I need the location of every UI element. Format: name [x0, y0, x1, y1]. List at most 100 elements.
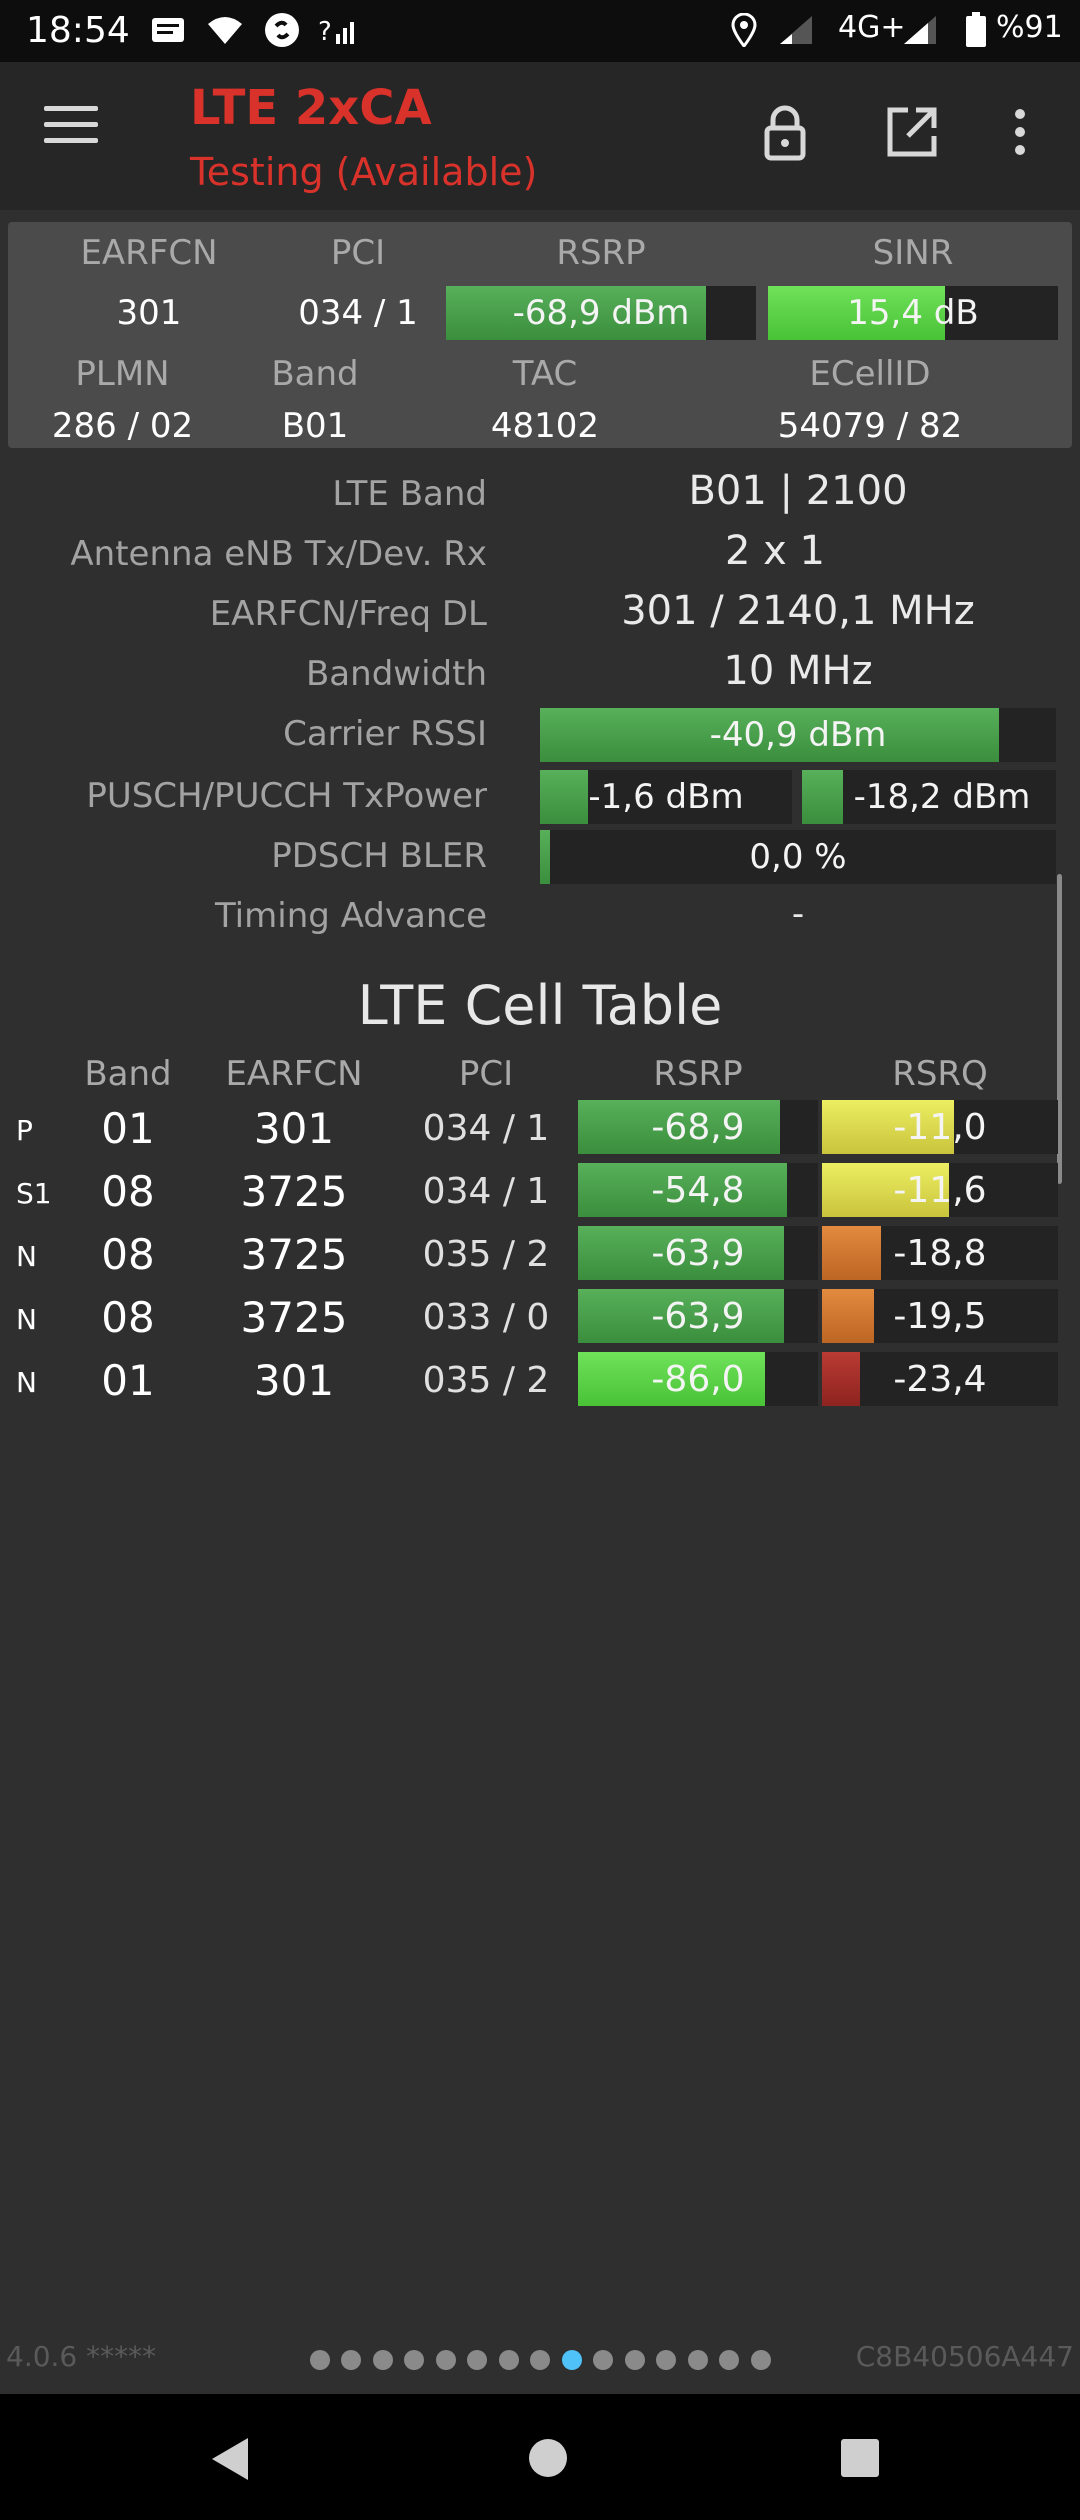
col-earfcn: EARFCN — [225, 1054, 363, 1094]
row-rsrq-value: -11,6 — [893, 1169, 987, 1211]
bler-label: PDSCH BLER — [271, 836, 487, 876]
page-dot[interactable] — [309, 2350, 330, 2370]
row-rsrp-bar: -63,9 — [578, 1226, 818, 1280]
home-icon[interactable] — [528, 2438, 568, 2482]
page-dot[interactable] — [687, 2350, 708, 2370]
back-icon[interactable] — [208, 2436, 252, 2486]
location-icon — [724, 10, 764, 50]
page-dot[interactable] — [656, 2350, 676, 2370]
row-earfcn: 301 — [253, 1356, 335, 1405]
page-dot[interactable] — [467, 2350, 487, 2370]
page-dot[interactable] — [750, 2350, 771, 2370]
band-value: B01 — [281, 406, 349, 446]
more-options-icon[interactable] — [1000, 102, 1060, 162]
row-rsrp-bar: -54,8 — [578, 1163, 818, 1217]
page-dot[interactable] — [498, 2350, 519, 2370]
signal-icon — [900, 10, 940, 50]
message-icon — [148, 10, 188, 50]
page-dot[interactable] — [404, 2350, 424, 2370]
row-rsrq-bar: -11,6 — [822, 1163, 1058, 1217]
shazam-icon — [262, 10, 302, 50]
header-plmn: PLMN — [75, 354, 170, 394]
svg-text:?: ? — [318, 17, 332, 46]
row-rsrp-value: -63,9 — [651, 1232, 745, 1274]
antenna-value: 2 x 1 — [725, 528, 825, 574]
carrier-rssi-label: Carrier RSSI — [283, 714, 487, 754]
status-bar: 18:54 ? 4G+ %91 — [0, 0, 1080, 62]
network-type: 4G+ — [838, 10, 906, 45]
menu-icon[interactable] — [44, 106, 98, 150]
open-external-icon[interactable] — [882, 102, 942, 162]
earfcn-value: 301 — [116, 293, 182, 333]
page-dot[interactable] — [593, 2350, 613, 2370]
row-rsrq-value: -11,0 — [893, 1106, 987, 1148]
row-rsrp-value: -68,9 — [651, 1106, 745, 1148]
app-title: LTE 2xCA — [190, 80, 432, 136]
row-rsrp-value: -63,9 — [651, 1295, 745, 1337]
col-band: Band — [84, 1054, 172, 1094]
row-rsrq-value: -23,4 — [893, 1358, 987, 1400]
row-pci: 035 / 2 — [422, 1360, 550, 1401]
lte-band-value: B01 | 2100 — [688, 468, 908, 514]
bandwidth-label: Bandwidth — [305, 654, 487, 694]
rsrp-value: -68,9 dBm — [512, 293, 690, 333]
row-pci: 034 / 1 — [422, 1108, 550, 1149]
row-rsrp-bar: -63,9 — [578, 1289, 818, 1343]
wifi-icon — [205, 10, 245, 50]
row-rsrp-bar: -86,0 — [578, 1352, 818, 1406]
row-band: 01 — [101, 1104, 155, 1153]
row-earfcn: 3725 — [240, 1167, 348, 1216]
row-type-tag: P — [16, 1114, 33, 1147]
row-earfcn: 3725 — [240, 1230, 348, 1279]
ecellid-value: 54079 / 82 — [777, 406, 963, 446]
recents-icon[interactable] — [840, 2438, 880, 2482]
tac-value: 48102 — [490, 406, 600, 446]
row-pci: 034 / 1 — [422, 1171, 550, 1212]
battery-icon — [956, 10, 996, 50]
row-earfcn: 3725 — [240, 1293, 348, 1342]
page-dot[interactable] — [341, 2350, 361, 2370]
header-earfcn: EARFCN — [80, 233, 218, 273]
col-pci: PCI — [458, 1054, 514, 1094]
row-rsrq-value: -18,8 — [893, 1232, 987, 1274]
page-dot[interactable] — [719, 2350, 739, 2370]
lock-icon[interactable] — [755, 102, 815, 162]
row-rsrp-bar: -68,9 — [578, 1100, 818, 1154]
row-band: 01 — [101, 1356, 155, 1405]
pucch-value: -18,2 dBm — [853, 777, 1031, 817]
app-bar: LTE 2xCA Testing (Available) — [0, 62, 1080, 210]
pci-value: 034 / 1 — [298, 293, 418, 333]
antenna-label: Antenna eNB Tx/Dev. Rx — [70, 534, 487, 574]
page-dot[interactable] — [435, 2350, 456, 2370]
row-rsrq-value: -19,5 — [893, 1295, 987, 1337]
bandwidth-value: 10 MHz — [723, 648, 873, 694]
navigation-bar — [0, 2394, 1080, 2520]
cell-table-title: LTE Cell Table — [357, 974, 723, 1037]
device-id: C8B40506A447 — [855, 2340, 1074, 2373]
timing-advance-label: Timing Advance — [214, 896, 487, 936]
bler-bar: 0,0 % — [540, 830, 1056, 884]
page-dot[interactable] — [530, 2350, 550, 2370]
status-time: 18:54 — [26, 10, 130, 51]
txpower-label: PUSCH/PUCCH TxPower — [86, 776, 487, 816]
page-dot[interactable] — [624, 2350, 645, 2370]
row-rsrp-value: -54,8 — [651, 1169, 745, 1211]
row-band: 08 — [101, 1167, 155, 1216]
row-type-tag: N — [16, 1240, 37, 1273]
sinr-bar: 15,4 dB — [768, 286, 1058, 340]
signal-weak-icon — [776, 10, 816, 50]
row-rsrp-value: -86,0 — [651, 1358, 745, 1400]
header-pci: PCI — [330, 233, 386, 273]
row-type-tag: S1 — [16, 1177, 52, 1210]
app-subtitle: Testing (Available) — [190, 150, 538, 194]
earfcn-freq-label: EARFCN/Freq DL — [209, 594, 487, 634]
header-tac: TAC — [512, 354, 578, 394]
row-band: 08 — [101, 1230, 155, 1279]
row-type-tag: N — [16, 1366, 37, 1399]
carrier-rssi-bar: -40,9 dBm — [540, 708, 1056, 762]
page-dot-active[interactable] — [561, 2350, 582, 2370]
signal-question-icon: ? — [318, 10, 358, 50]
page-dot[interactable] — [372, 2350, 393, 2370]
earfcn-freq-value: 301 / 2140,1 MHz — [621, 588, 975, 634]
row-pci: 035 / 2 — [422, 1234, 550, 1275]
